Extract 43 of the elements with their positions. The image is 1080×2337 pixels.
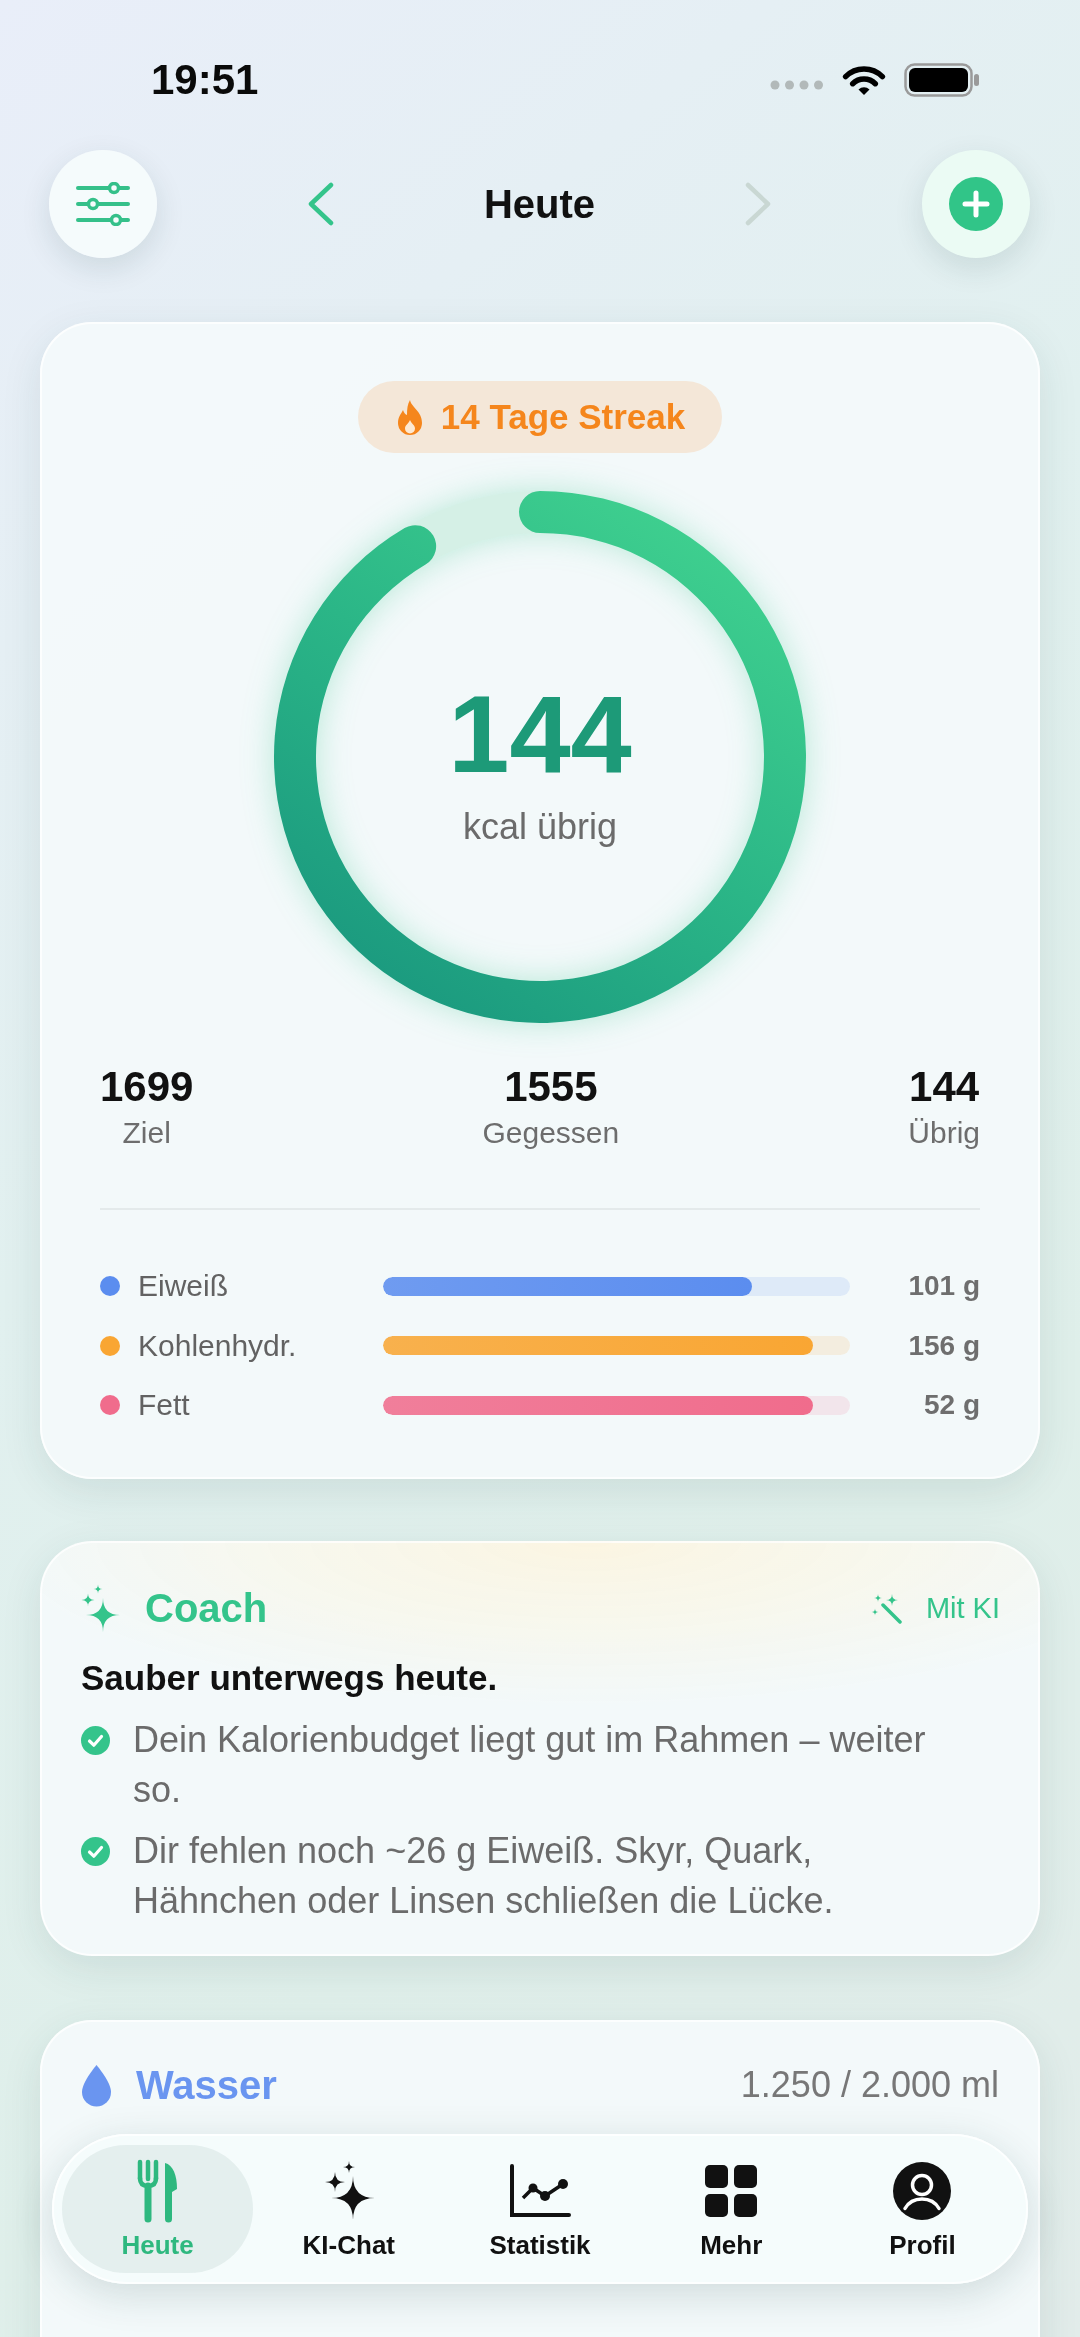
chevron-left-icon xyxy=(306,182,334,226)
sliders-icon xyxy=(76,182,130,226)
check-circle-icon xyxy=(81,1725,110,1755)
coach-headline: Sauber unterwegs heute. xyxy=(81,1658,499,1698)
previous-day-button[interactable] xyxy=(306,182,334,226)
wifi-icon xyxy=(842,63,886,97)
water-drop-icon xyxy=(81,2063,112,2107)
ai-label: Mit KI xyxy=(925,1591,1000,1626)
macro-label: Eiweiß xyxy=(138,1268,229,1304)
signal-dots-icon xyxy=(770,80,824,90)
line-chart-icon xyxy=(509,2164,571,2218)
water-title: Wasser xyxy=(136,2062,277,2109)
stat-label: Ziel xyxy=(122,1115,171,1151)
day-title: Heute xyxy=(483,181,596,228)
macro-label: Fett xyxy=(138,1387,191,1423)
water-amount: 1.250 / 2.000 ml xyxy=(740,2063,999,2107)
coach-title: Coach xyxy=(145,1585,268,1632)
fork-knife-icon xyxy=(136,2159,179,2223)
remaining-kcal-label: kcal übrig xyxy=(462,806,618,848)
battery-icon xyxy=(904,63,980,97)
macro-amount: 52 g xyxy=(922,1388,980,1422)
stat-value: 1555 xyxy=(504,1063,598,1111)
tab[interactable]: KI-Chat xyxy=(253,2145,445,2273)
streak-label: 14 Tage Streak xyxy=(440,396,686,438)
macro-amount: 101 g xyxy=(907,1269,980,1303)
grid-icon xyxy=(705,2165,758,2217)
plus-icon xyxy=(949,177,1003,231)
stat-value: 144 xyxy=(909,1063,980,1111)
remaining-kcal-value: 144 xyxy=(448,679,632,789)
check-circle-icon xyxy=(81,1836,110,1866)
chevron-right-icon xyxy=(745,182,773,226)
tab[interactable]: Statistik xyxy=(444,2145,636,2273)
coach-tip: Dir fehlen noch ~26 g Eiweiß. Skyr, Quark, Hähnchen oder Linsen schließen die Lücke. xyxy=(133,1829,835,1923)
stat-label: Übrig xyxy=(908,1115,980,1151)
macro-label: Kohlenhydr. xyxy=(138,1327,298,1364)
tab[interactable]: Mehr xyxy=(635,2145,827,2273)
macro-amount: 156 g xyxy=(907,1328,980,1363)
person-icon xyxy=(893,2162,952,2220)
stat-value: 1699 xyxy=(100,1063,194,1111)
stat-label: Gegessen xyxy=(482,1115,620,1151)
tab[interactable]: Profil xyxy=(826,2145,1018,2273)
status-time: 19:51 xyxy=(151,55,259,105)
coach-tip: Dein Kalorienbudget liegt gut im Rahmen – weiter so. xyxy=(133,1718,927,1812)
